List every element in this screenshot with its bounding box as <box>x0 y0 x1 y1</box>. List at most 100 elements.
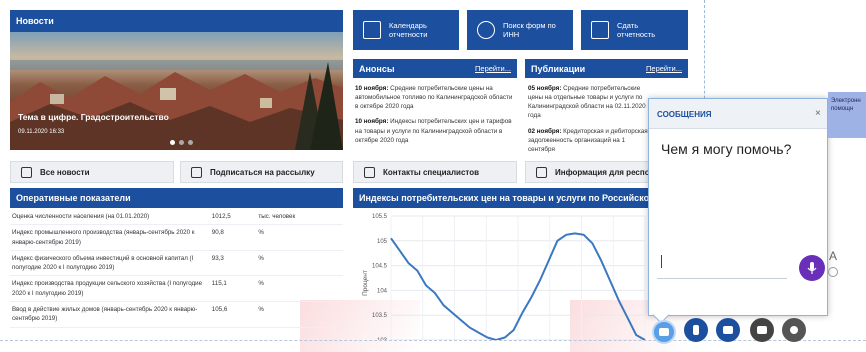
message-button[interactable] <box>750 318 774 342</box>
chat-close-icon[interactable]: × <box>815 108 821 119</box>
slide-dot[interactable] <box>179 140 184 145</box>
document-icon <box>591 21 609 39</box>
reporting-calendar-label: Календарь отчетности <box>389 21 428 39</box>
indicators-header: Оперативные показатели <box>10 188 343 208</box>
indicator-value: 115,1 <box>211 280 227 288</box>
publication-item[interactable]: 05 ноября: Средние потребительские цены … <box>528 84 650 121</box>
inn-search-label: Поиск форм по ИНН <box>503 21 556 39</box>
phone-icon <box>693 325 699 335</box>
font-size-button[interactable]: A <box>829 249 837 263</box>
announcement-item[interactable]: 10 ноября: Средние потребительские цены … <box>355 84 515 111</box>
indicator-row: Ввод в действие жилых домов (январь-сент… <box>10 302 343 328</box>
subscribe-button[interactable]: Подписаться на рассылку <box>180 161 343 183</box>
chat-header: СООБЩЕНИЯ × <box>649 99 827 129</box>
divider <box>0 340 866 341</box>
subscribe-label: Подписаться на рассылку <box>210 167 315 177</box>
chat-toggle-button[interactable] <box>652 320 676 344</box>
all-news-button[interactable]: Все новости <box>10 161 174 183</box>
announcement-date: 10 ноября: <box>355 85 389 92</box>
news-icon <box>21 166 32 178</box>
announcements-header: Анонсы Перейти... <box>353 59 517 78</box>
indicator-name: Индекс производства продукции сельского … <box>12 280 203 297</box>
chat-header-title: СООБЩЕНИЯ <box>657 110 712 119</box>
indicator-name: Индекс физического объема инвестиций в о… <box>12 254 194 272</box>
indicator-name: Индекс промышленного производства (январ… <box>12 229 195 246</box>
announcements-more-link[interactable]: Перейти... <box>475 64 511 73</box>
announcement-item[interactable]: 10 ноября: Индексы потребительских цен и… <box>355 117 515 144</box>
slide-dot[interactable] <box>188 140 193 145</box>
chat-input-cursor <box>661 255 662 268</box>
y-axis-label: Процент <box>362 270 369 296</box>
announcements-list: 10 ноября: Средние потребительские цены … <box>355 84 515 151</box>
search-icon <box>477 21 495 39</box>
publications-list: 05 ноября: Средние потребительские цены … <box>528 84 650 160</box>
all-news-label: Все новости <box>40 167 90 177</box>
submit-report-button[interactable]: Сдать отчетность <box>581 10 688 50</box>
indicators-title: Оперативные показатели <box>16 193 131 203</box>
y-tick-label: 104.5 <box>372 264 388 270</box>
y-tick-label: 103.5 <box>372 313 388 319</box>
publication-date: 02 ноября: <box>528 127 562 135</box>
chat-greeting: Чем я могу помочь? <box>661 141 792 157</box>
slide-dot[interactable] <box>170 140 175 145</box>
reporting-calendar-button[interactable]: Календарь отчетности <box>353 10 459 50</box>
publications-more-link[interactable]: Перейти... <box>646 64 682 73</box>
microphone-button[interactable] <box>799 255 825 281</box>
news-header: Новости <box>10 10 343 32</box>
emoji-icon[interactable] <box>828 267 838 277</box>
inn-search-button[interactable]: Поиск форм по ИНН <box>467 10 573 50</box>
chart-header: Индексы потребительских цен на товары и … <box>353 188 649 208</box>
indicator-unit: тыс. человек <box>258 213 296 220</box>
indicator-name: Оценка численности населения (на 01.01.2… <box>12 213 150 220</box>
y-tick-label: 104 <box>377 288 388 294</box>
contacts-icon <box>364 166 375 178</box>
indicator-unit: % <box>258 306 264 314</box>
indicator-row: Оценка численности населения (на 01.01.2… <box>10 209 343 225</box>
video-icon <box>723 326 733 334</box>
announcement-date: 10 ноября: <box>355 118 389 126</box>
publications-title: Публикации <box>531 63 586 74</box>
y-tick-label: 105.5 <box>372 214 388 220</box>
chat-input[interactable] <box>657 249 787 279</box>
assistant-side-tab-label: Электронн помощн <box>831 98 861 113</box>
indicators-table: Оценка численности населения (на 01.01.2… <box>10 209 343 339</box>
video-button[interactable] <box>716 318 740 342</box>
indicator-unit: % <box>258 280 264 288</box>
mail-icon <box>191 166 202 178</box>
slide-dots[interactable] <box>170 140 193 145</box>
slide-date: 09.11.2020 16:33 <box>18 129 65 135</box>
indicator-unit: % <box>258 254 264 262</box>
document-icon <box>536 166 547 178</box>
indicator-value: 1012,5 <box>211 213 231 220</box>
assistant-side-tab[interactable]: Электронн помощн <box>828 92 866 138</box>
indicator-value: 105,6 <box>211 306 228 314</box>
indicator-unit: % <box>258 229 264 237</box>
indicator-value: 93,3 <box>211 254 224 262</box>
submit-report-label: Сдать отчетность <box>617 21 656 39</box>
cpi-line-chart: 105.5105104.5104103.5103Процент <box>362 214 646 340</box>
chart-title: Индексы потребительских цен на товары и … <box>359 193 649 203</box>
message-icon <box>757 326 767 334</box>
announcements-title: Анонсы <box>359 63 395 74</box>
news-title: Новости <box>16 16 54 26</box>
indicator-row: Индекс физического объема инвестиций в о… <box>10 250 343 276</box>
respondents-button[interactable]: Информация для респонд <box>525 161 649 183</box>
contacts-label: Контакты специалистов <box>383 167 480 177</box>
group-icon <box>790 326 798 334</box>
chat-window: СООБЩЕНИЯ × Чем я могу помочь? A <box>648 98 838 324</box>
news-slide[interactable]: Тема в цифре. Градостроительство 09.11.2… <box>10 32 343 150</box>
chat-bubble-icon <box>659 328 669 336</box>
calendar-icon <box>363 21 381 39</box>
contacts-button[interactable]: Контакты специалистов <box>353 161 517 183</box>
publications-header: Публикации Перейти... <box>525 59 688 78</box>
indicator-row: Индекс промышленного производства (январ… <box>10 225 343 251</box>
cpi-chart: 105.5105104.5104103.5103Процент <box>353 208 649 340</box>
publication-date: 05 ноября: <box>528 85 562 92</box>
indicator-name: Ввод в действие жилых домов (январь-сент… <box>12 306 198 323</box>
phone-button[interactable] <box>684 318 708 342</box>
indicator-value: 90,8 <box>211 229 224 237</box>
respondents-label: Информация для респонд <box>555 167 649 177</box>
publication-item[interactable]: 02 ноября: Кредиторская и дебиторская за… <box>528 127 650 154</box>
slide-caption[interactable]: Тема в цифре. Градостроительство <box>18 112 169 122</box>
group-button[interactable] <box>782 318 806 342</box>
